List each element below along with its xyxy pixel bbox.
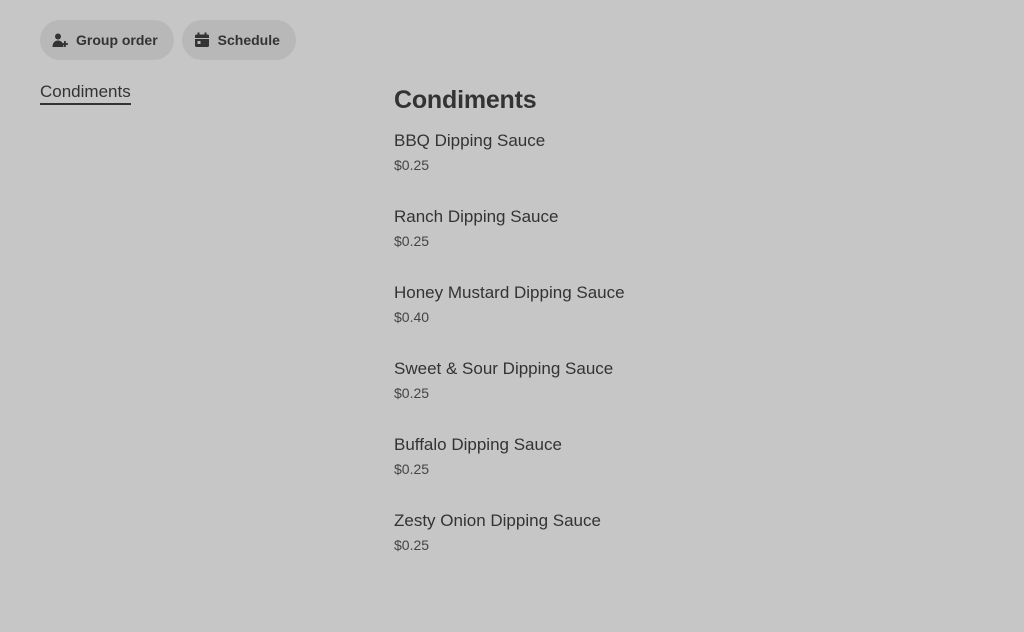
menu-item-price: $0.25 <box>394 233 430 249</box>
menu-item[interactable]: BBQ Dipping Sauce $0.25 <box>394 130 974 206</box>
menu-section: Condiments BBQ Dipping Sauce $0.25 Ranch… <box>394 84 974 586</box>
menu-item-name: Ranch Dipping Sauce <box>394 207 559 226</box>
menu-item[interactable]: Zesty Onion Dipping Sauce $0.25 <box>394 510 974 586</box>
menu-item-price: $0.25 <box>394 385 430 401</box>
menu-item-name: Buffalo Dipping Sauce <box>394 435 562 454</box>
menu-item-price: $0.25 <box>394 157 430 173</box>
menu-item-name: Zesty Onion Dipping Sauce <box>394 511 601 530</box>
menu-item[interactable]: Buffalo Dipping Sauce $0.25 <box>394 434 974 510</box>
sidebar-item-condiments[interactable]: Condiments <box>40 82 131 105</box>
menu-item-name: BBQ Dipping Sauce <box>394 131 546 150</box>
menu-item-price: $0.25 <box>394 537 430 553</box>
menu-item-price: $0.40 <box>394 309 430 325</box>
menu-item[interactable]: Honey Mustard Dipping Sauce $0.40 <box>394 282 974 358</box>
calendar-icon <box>194 32 210 48</box>
menu-item-price: $0.25 <box>394 461 430 477</box>
group-order-label: Group order <box>76 32 158 48</box>
schedule-button[interactable]: Schedule <box>181 20 296 60</box>
schedule-label: Schedule <box>217 32 280 48</box>
category-sidebar: Condiments <box>40 82 131 105</box>
menu-item-name: Honey Mustard Dipping Sauce <box>394 283 625 302</box>
section-title: Condiments <box>394 86 537 114</box>
person-add-icon <box>52 32 68 48</box>
top-actions: Group order Schedule <box>40 20 296 60</box>
menu-item-name: Sweet & Sour Dipping Sauce <box>394 359 614 378</box>
menu-item-list: BBQ Dipping Sauce $0.25 Ranch Dipping Sa… <box>394 130 974 586</box>
group-order-button[interactable]: Group order <box>40 20 174 60</box>
menu-item[interactable]: Sweet & Sour Dipping Sauce $0.25 <box>394 358 974 434</box>
menu-item[interactable]: Ranch Dipping Sauce $0.25 <box>394 206 974 282</box>
